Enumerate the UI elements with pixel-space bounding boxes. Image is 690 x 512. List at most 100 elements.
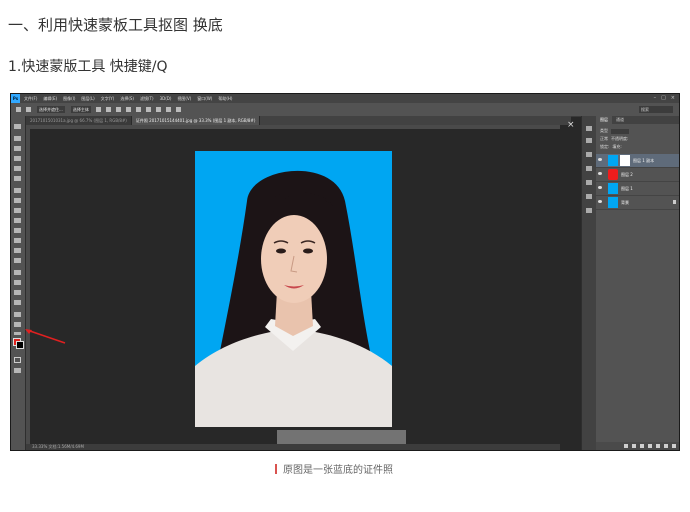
pen-tool-icon[interactable] [14, 270, 21, 275]
blur-tool-icon[interactable] [14, 248, 21, 253]
menu-file[interactable]: 文件(F) [24, 96, 37, 102]
align-center-icon[interactable] [105, 107, 111, 112]
lock-label: 锁定: [600, 144, 610, 149]
zoom-tool-icon[interactable] [14, 322, 21, 327]
id-photo[interactable] [195, 151, 392, 427]
align-middle-icon[interactable] [135, 107, 141, 112]
photoshop-window: Ps 文件(F) 编辑(E) 图像(I) 图层(L) 文字(Y) 选择(S) 滤… [10, 93, 680, 451]
adjustments-icon[interactable] [586, 152, 592, 157]
quick-select-tool-icon[interactable] [14, 156, 21, 161]
visibility-eye-icon[interactable] [598, 172, 602, 175]
close-panel-icon[interactable]: × [567, 120, 575, 130]
menu-window[interactable]: 窗口(W) [197, 96, 212, 102]
layer-mask-thumbnail[interactable] [620, 155, 630, 166]
menu-edit[interactable]: 编辑(E) [43, 96, 57, 102]
minimize-icon[interactable]: – [654, 95, 657, 101]
horizontal-scrollbar[interactable] [277, 430, 406, 444]
marquee-tool-icon[interactable] [14, 136, 21, 141]
options-bar: 选择并遮住... 选择主体 搜索 [11, 103, 679, 117]
image-caption: 原图是一张蓝底的证件照 [275, 461, 393, 476]
group-icon[interactable] [656, 444, 660, 448]
caption-accent-bar [275, 463, 277, 474]
maximize-icon[interactable]: □ [661, 95, 666, 101]
play-icon[interactable] [586, 138, 592, 143]
menu-type[interactable]: 文字(Y) [101, 96, 115, 102]
add-mask-icon[interactable] [640, 444, 644, 448]
tools-panel [11, 116, 26, 450]
visibility-eye-icon[interactable] [598, 186, 602, 189]
visibility-eye-icon[interactable] [598, 158, 602, 161]
swatches-icon[interactable] [586, 180, 592, 185]
brush-tool-icon[interactable] [14, 198, 21, 203]
menu-help[interactable]: 帮助(H) [218, 96, 232, 102]
brush-settings-icon[interactable] [586, 166, 592, 171]
healing-tool-icon[interactable] [14, 188, 21, 193]
search-field[interactable]: 搜索 [639, 106, 673, 113]
adjustment-layer-icon[interactable] [648, 444, 652, 448]
visibility-eye-icon[interactable] [598, 200, 602, 203]
menu-image[interactable]: 图像(I) [63, 96, 75, 102]
crop-tool-icon[interactable] [14, 166, 21, 171]
screen-mode-icon[interactable] [14, 368, 21, 373]
select-and-mask-button[interactable]: 选择并遮住... [37, 106, 65, 113]
layer-row-background[interactable]: 背景 [596, 196, 679, 210]
eraser-tool-icon[interactable] [14, 228, 21, 233]
layer-row-fill[interactable]: 图层 2 [596, 168, 679, 182]
hand-tool-icon[interactable] [14, 312, 21, 317]
layer-style-icon[interactable] [632, 444, 636, 448]
menu-select[interactable]: 选择(S) [120, 96, 134, 102]
history-brush-tool-icon[interactable] [14, 218, 21, 223]
history-icon[interactable] [586, 126, 592, 131]
delete-layer-icon[interactable] [672, 444, 676, 448]
opacity-label: 不透明度: [611, 136, 629, 141]
menu-view[interactable]: 视图(V) [177, 96, 191, 102]
distribute-icon[interactable] [155, 107, 161, 112]
more-tools-icon[interactable] [14, 332, 21, 335]
tab-document-1[interactable]: 2017101501031a.jpg @ 66.7% (图层 1, RGB/8#… [26, 116, 132, 125]
move-tool-icon[interactable] [14, 124, 21, 129]
red-fill-thumbnail [608, 169, 618, 180]
dodge-tool-icon[interactable] [14, 258, 21, 263]
layer-thumbnail [608, 197, 618, 208]
shape-tool-icon[interactable] [14, 300, 21, 305]
tab-layers[interactable]: 图层 [596, 116, 612, 124]
gradient-tool-icon[interactable] [14, 238, 21, 243]
caption-text: 原图是一张蓝底的证件照 [283, 465, 393, 476]
layer-thumbnail [608, 155, 618, 166]
layer-row-photo[interactable]: 图层 1 [596, 182, 679, 196]
kind-filter-select[interactable] [611, 128, 629, 134]
layer-row-copy[interactable]: 图层 1 副本 [596, 154, 679, 168]
align-right-icon[interactable] [115, 107, 121, 112]
tab-channels[interactable]: 通道 [612, 116, 628, 124]
layer-name: 背景 [621, 200, 629, 205]
blend-mode-select[interactable]: 正常 [600, 136, 608, 142]
menu-3d[interactable]: 3D(D) [160, 96, 172, 101]
tool-preset-icon[interactable] [26, 107, 31, 112]
type-tool-icon[interactable] [14, 280, 21, 285]
3d-mode-icon[interactable] [175, 107, 181, 112]
align-left-icon[interactable] [95, 107, 101, 112]
kind-filter-label[interactable]: 类型 [600, 128, 608, 134]
new-layer-icon[interactable] [664, 444, 668, 448]
stamp-tool-icon[interactable] [14, 208, 21, 213]
menu-layer[interactable]: 图层(L) [81, 96, 94, 102]
close-icon[interactable]: × [671, 95, 675, 101]
tab-document-2[interactable]: 证件照 20171015144401.jpg @ 33.3% (图层 1 副本,… [131, 116, 261, 125]
menu-filter[interactable]: 滤镜(T) [140, 96, 154, 102]
character-icon[interactable] [586, 194, 592, 199]
ruler-left [26, 125, 30, 446]
panel-icon-strip [581, 116, 596, 450]
quick-mask-button[interactable] [14, 357, 21, 363]
eyedropper-tool-icon[interactable] [14, 176, 21, 181]
lasso-tool-icon[interactable] [14, 146, 21, 151]
distribute-h-icon[interactable] [165, 107, 171, 112]
layers-panel: 图层 通道 类型 正常 不透明度: 锁定: 填充: 图层 1 副本 图层 2 图… [596, 116, 679, 450]
path-select-tool-icon[interactable] [14, 290, 21, 295]
paragraph-icon[interactable] [586, 208, 592, 213]
link-layers-icon[interactable] [624, 444, 628, 448]
align-bottom-icon[interactable] [145, 107, 151, 112]
align-top-icon[interactable] [125, 107, 131, 112]
move-tool-icon[interactable] [16, 107, 21, 112]
layer-thumbnail [608, 183, 618, 194]
select-subject-button[interactable]: 选择主体 [70, 106, 91, 113]
